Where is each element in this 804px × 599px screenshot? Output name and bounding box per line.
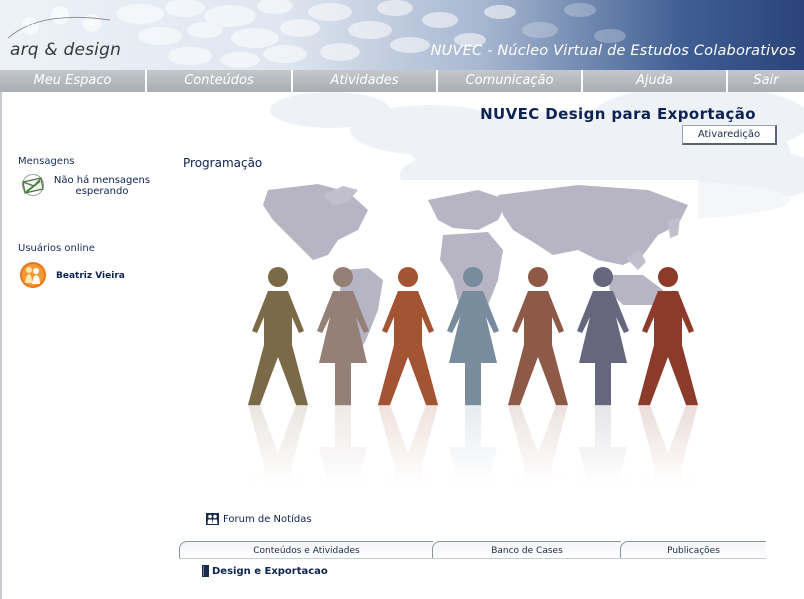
nav-item-comunicacao[interactable]: Comunicação bbox=[438, 70, 583, 92]
hero-image bbox=[248, 180, 698, 484]
content-item-link[interactable]: Design e Exportacao bbox=[202, 565, 328, 577]
logo-letter: v bbox=[57, 10, 63, 21]
online-user[interactable]: Beatriz Vieira bbox=[56, 271, 125, 281]
user-avatar-icon bbox=[20, 262, 46, 288]
content-tabs: Conteúdos e Atividades Banco de Cases Pu… bbox=[179, 541, 766, 559]
figure-3 bbox=[378, 267, 438, 405]
edit-mode-button[interactable]: Ativaredição bbox=[682, 125, 777, 145]
tab-publicacoes[interactable]: Publicações bbox=[620, 541, 766, 559]
site-title: NUVEC - Núcleo Virtual de Estudos Colabo… bbox=[430, 43, 796, 59]
content-item-label: Design e Exportacao bbox=[212, 565, 328, 577]
logo-letter: a bbox=[89, 17, 96, 28]
online-users-heading: Usuários online bbox=[18, 243, 95, 254]
tab-conteudos-atividades[interactable]: Conteúdos e Atividades bbox=[179, 541, 433, 559]
messages-heading: Mensagens bbox=[18, 156, 75, 167]
main-nav: Meu Espaco Conteúdos Atividades Comunica… bbox=[0, 70, 804, 92]
nav-item-sair[interactable]: Sair bbox=[728, 70, 804, 92]
forum-people-icon bbox=[206, 513, 219, 525]
left-border bbox=[0, 92, 2, 599]
forum-link[interactable]: Forum de Notídas bbox=[206, 513, 312, 525]
messages-status: Não há mensagens esperando bbox=[53, 175, 151, 197]
site-header: u v a arq & design NUVEC - Núcleo Virtua… bbox=[0, 0, 804, 70]
nav-item-ajuda[interactable]: Ajuda bbox=[583, 70, 728, 92]
figure-1 bbox=[248, 267, 308, 405]
figure-5 bbox=[508, 267, 568, 405]
tab-divider bbox=[179, 558, 766, 559]
forum-link-label: Forum de Notídas bbox=[223, 513, 312, 525]
envelope-icon[interactable] bbox=[20, 174, 46, 196]
tab-banco-de-cases[interactable]: Banco de Cases bbox=[432, 541, 621, 559]
nav-item-conteudos[interactable]: Conteúdos bbox=[147, 70, 293, 92]
nav-item-atividades[interactable]: Atividades bbox=[293, 70, 438, 92]
logo: arq & design bbox=[10, 40, 122, 60]
logo-letter: u bbox=[27, 21, 34, 32]
book-icon bbox=[202, 565, 209, 577]
nav-item-meu-espaco[interactable]: Meu Espaco bbox=[0, 70, 147, 92]
programacao-heading: Programação bbox=[183, 156, 263, 170]
page-title: NUVEC Design para Exportação bbox=[480, 105, 756, 123]
world-people-illustration bbox=[248, 184, 698, 484]
